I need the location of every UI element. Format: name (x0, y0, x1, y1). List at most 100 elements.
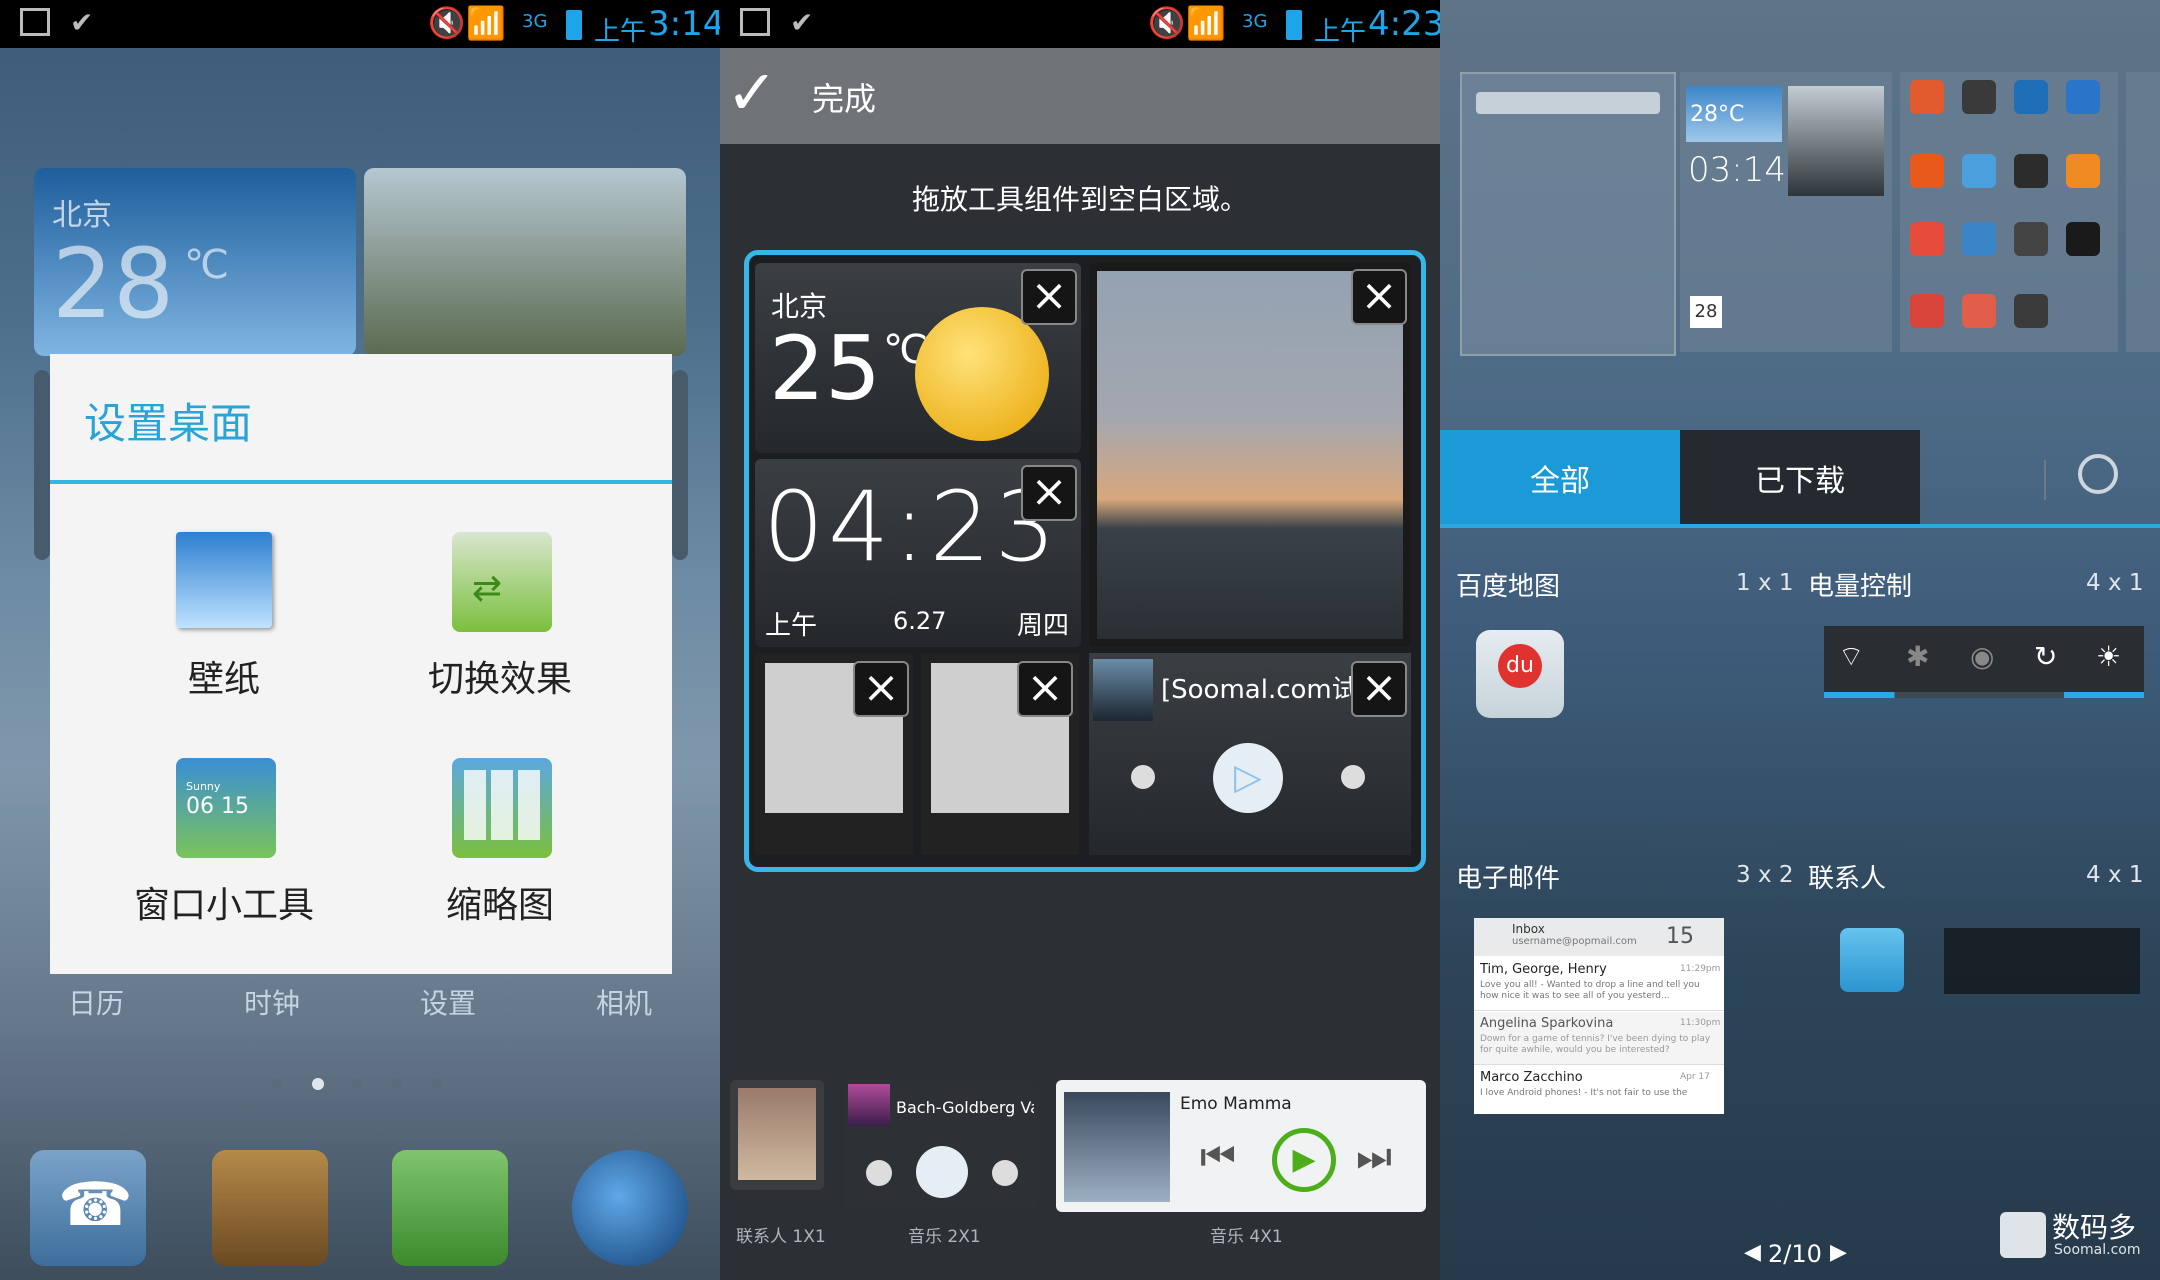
previous-icon[interactable] (1131, 765, 1155, 789)
preview-screen-edge[interactable] (2126, 72, 2160, 352)
gallery-notification-icon (20, 8, 50, 36)
page-dot-active (312, 1078, 324, 1090)
transition-option[interactable]: ⇄ 切换效果 (370, 524, 630, 724)
play-icon[interactable]: ▷ (1213, 743, 1283, 813)
contacts-icon[interactable] (212, 1150, 328, 1266)
widget-picker-panel: 28°C 03:14 28 全部 已下载 百度地图 1 x 1 du 电量控制 … (1440, 0, 2160, 1280)
remove-music-button[interactable]: × (1351, 661, 1407, 717)
wallpaper-icon (176, 532, 272, 628)
preview-screen-left[interactable] (1460, 72, 1676, 356)
preview-weather-temp: 28°C (1690, 102, 1745, 127)
weather-temp: 25 (769, 317, 881, 420)
weather-widget[interactable]: 北京 28 ℃ (34, 168, 356, 356)
app-icon (1962, 154, 1996, 188)
page-dot (272, 1078, 282, 1088)
sync-toggle-icon: ↻ (2034, 640, 2058, 673)
widget-option[interactable]: Sunny 06 15 窗口小工具 (94, 750, 354, 950)
network-type: 3G (1242, 11, 1268, 32)
email-widget[interactable]: Inbox username@popmail.com 15 Tim, Georg… (1474, 918, 1724, 1114)
wallpaper-label: 壁纸 (187, 659, 260, 700)
thumbnail-label: 缩略图 (445, 885, 554, 926)
thumbnail-grid-icon (464, 770, 540, 840)
app-icon (2066, 222, 2100, 256)
album-thumbnail (1093, 659, 1153, 721)
photo-widget[interactable]: × (1089, 263, 1411, 647)
email-address: username@popmail.com (1512, 936, 1637, 947)
watermark-text: 数码多 (2052, 1211, 2137, 1244)
email-row: Tim, George, Henry 11:29pm Love you all!… (1474, 958, 1724, 1011)
wallpaper-option[interactable]: 壁纸 (94, 524, 354, 724)
remove-contact-button[interactable]: × (853, 661, 909, 717)
clock-time: 04:23 (763, 471, 1060, 583)
widget-name-power-control: 电量控制 (1808, 572, 1913, 602)
dock-label-camera: 相机 (595, 987, 652, 1020)
contact-avatar-icon (1840, 928, 1904, 992)
battery-icon (566, 10, 582, 40)
app-icon (2066, 154, 2100, 188)
wifi-icon: 📶 (1186, 4, 1226, 42)
email-preview: I love Android phones! - It's not fair t… (1480, 1088, 1688, 1098)
done-bar[interactable]: ✓ 完成 (720, 48, 1440, 144)
preview-screen-right[interactable] (1900, 72, 2118, 352)
clock-widget[interactable]: 04:23 上午 6.27 周四 × (755, 459, 1081, 647)
pager[interactable]: ◀ 2/10 ▶ (1744, 1240, 1854, 1270)
album-thumbnail (1064, 1092, 1170, 1202)
contacts-widget[interactable] (1840, 928, 2144, 996)
app-icon (2014, 154, 2048, 188)
pager-next-icon[interactable]: ▶ (1830, 1240, 1847, 1265)
app-icon (1962, 294, 1996, 328)
search-bar-preview (1476, 92, 1660, 114)
phone-icon[interactable]: ☎ (30, 1150, 146, 1266)
check-notification-icon: ✔ (790, 6, 814, 39)
baidu-map-icon[interactable]: du (1476, 630, 1564, 718)
tab-divider (2044, 460, 2046, 500)
contact-widget[interactable]: × (921, 653, 1079, 855)
tray-contact-widget[interactable] (730, 1080, 824, 1190)
remove-weather-button[interactable]: × (1021, 269, 1077, 325)
done-check-icon: ✓ (726, 56, 778, 129)
settings-dialog: 设置桌面 壁纸 ⇄ 切换效果 Sunny 06 15 窗口小工具 缩略图 (50, 354, 672, 974)
email-from: Marco Zacchino (1480, 1070, 1583, 1085)
remove-contact-button[interactable]: × (1017, 661, 1073, 717)
dialog-title: 设置桌面 (84, 399, 253, 448)
music-widget[interactable]: [Soomal.com试音 × ▷ (1089, 653, 1411, 855)
remove-clock-button[interactable]: × (1021, 465, 1077, 521)
remove-photo-button[interactable]: × (1351, 269, 1407, 325)
tray-music-4x1[interactable]: Emo Mamma ⏮ ▶ ⏭ (1056, 1080, 1426, 1212)
widget-edit-area: 北京 25 ℃ × 04:23 上午 6.27 周四 × × × × [Soom… (744, 250, 1426, 872)
watermark-sub: Soomal.com (2054, 1242, 2141, 1258)
power-control-widget[interactable]: ⌔ ✱ ◉ ↻ ☀ (1824, 626, 2144, 698)
status-bar: ✔ 🔇 📶 3G 上午 3:14 (0, 0, 720, 48)
preview-screen-center[interactable]: 28°C 03:14 28 (1680, 72, 1892, 352)
tray-music-title: Emo Mamma (1180, 1094, 1292, 1114)
status-ampm: 上午 (594, 17, 647, 47)
tray-music-2x1[interactable]: Bach-Goldberg Va (844, 1080, 1038, 1210)
pager-prev-icon[interactable]: ◀ (1744, 1240, 1761, 1265)
dock-label-clock: 时钟 (243, 987, 300, 1020)
tab-downloaded[interactable]: 已下载 (1680, 430, 1920, 524)
thumbnail-icon (452, 758, 552, 858)
app-icon (2014, 80, 2048, 114)
status-ampm: 上午 (1314, 17, 1367, 47)
next-icon[interactable] (1341, 765, 1365, 789)
email-inbox-label: Inbox (1512, 922, 1545, 936)
power-control-underline (1824, 692, 2144, 698)
check-notification-icon: ✔ (70, 6, 94, 39)
photo-widget[interactable] (364, 168, 686, 356)
thumbnail-option[interactable]: 缩略图 (370, 750, 630, 950)
email-time: Apr 17 (1680, 1072, 1710, 1082)
page-indicator[interactable] (272, 1074, 452, 1094)
app-icon (1910, 80, 1944, 114)
search-icon[interactable] (2078, 454, 2118, 494)
weather-widget[interactable]: 北京 25 ℃ × (755, 263, 1081, 453)
widget-edit-panel: ✔ 🔇 📶 3G 上午 4:23 ✓ 完成 拖放工具组件到空白区域。 北京 25… (720, 0, 1440, 1280)
email-row: Angelina Sparkovina 11:30pm Down for a g… (1474, 1012, 1724, 1065)
messages-icon[interactable] (392, 1150, 508, 1266)
tab-all-label: 全部 (1530, 464, 1590, 499)
status-time: 3:14 (648, 4, 720, 44)
contact-widget[interactable]: × (755, 653, 913, 855)
widget-size-contacts: 4 x 1 (2086, 862, 2144, 888)
page-dot (392, 1078, 402, 1088)
browser-icon[interactable] (572, 1150, 688, 1266)
tab-all[interactable]: 全部 (1440, 430, 1680, 524)
